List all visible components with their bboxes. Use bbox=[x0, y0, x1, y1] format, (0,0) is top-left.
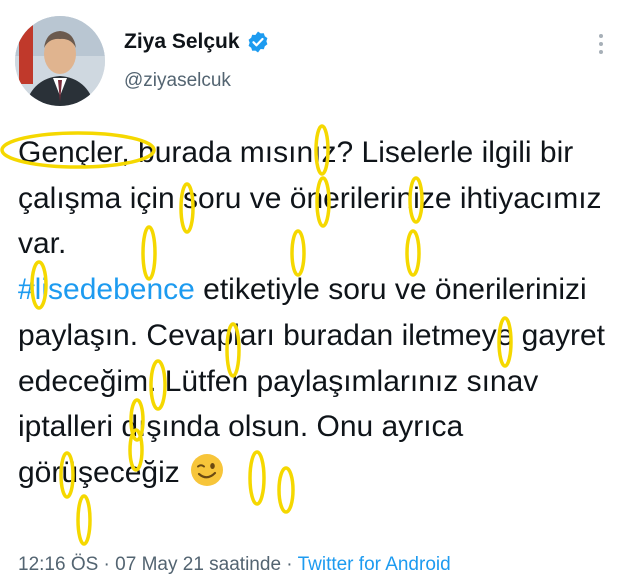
verified-badge-icon bbox=[246, 30, 270, 54]
tweet-date[interactable]: 07 May 21 saatinde bbox=[115, 554, 281, 575]
tweet-text-part-1: Gençler, burada mısınız? Liselerle ilgil… bbox=[18, 136, 602, 261]
profile-photo bbox=[15, 16, 105, 106]
author-name-row[interactable]: Ziya Selçuk bbox=[124, 30, 270, 54]
more-options-icon[interactable] bbox=[598, 34, 604, 56]
tweet-text: Gençler, burada mısınız? Liselerle ilgil… bbox=[18, 130, 608, 496]
display-name[interactable]: Ziya Selçuk bbox=[124, 30, 240, 54]
annotation-mark-goruseceğiz bbox=[76, 494, 92, 546]
avatar[interactable] bbox=[15, 16, 105, 106]
meta-separator-1: · bbox=[98, 554, 116, 575]
hashtag-link[interactable]: #lisedebence bbox=[18, 273, 195, 306]
tweet-source-link[interactable]: Twitter for Android bbox=[298, 554, 451, 575]
tweet-time[interactable]: 12:16 ÖS bbox=[18, 554, 98, 575]
meta-separator-2: · bbox=[281, 554, 298, 575]
tweet-metadata: 12:16 ÖS · 07 May 21 saatinde · Twitter … bbox=[18, 554, 451, 576]
author-handle[interactable]: @ziyaselcuk bbox=[124, 70, 231, 92]
winking-face-icon bbox=[190, 453, 224, 487]
tweet: Ziya Selçuk @ziyaselcuk Gençler, burada … bbox=[0, 0, 621, 586]
